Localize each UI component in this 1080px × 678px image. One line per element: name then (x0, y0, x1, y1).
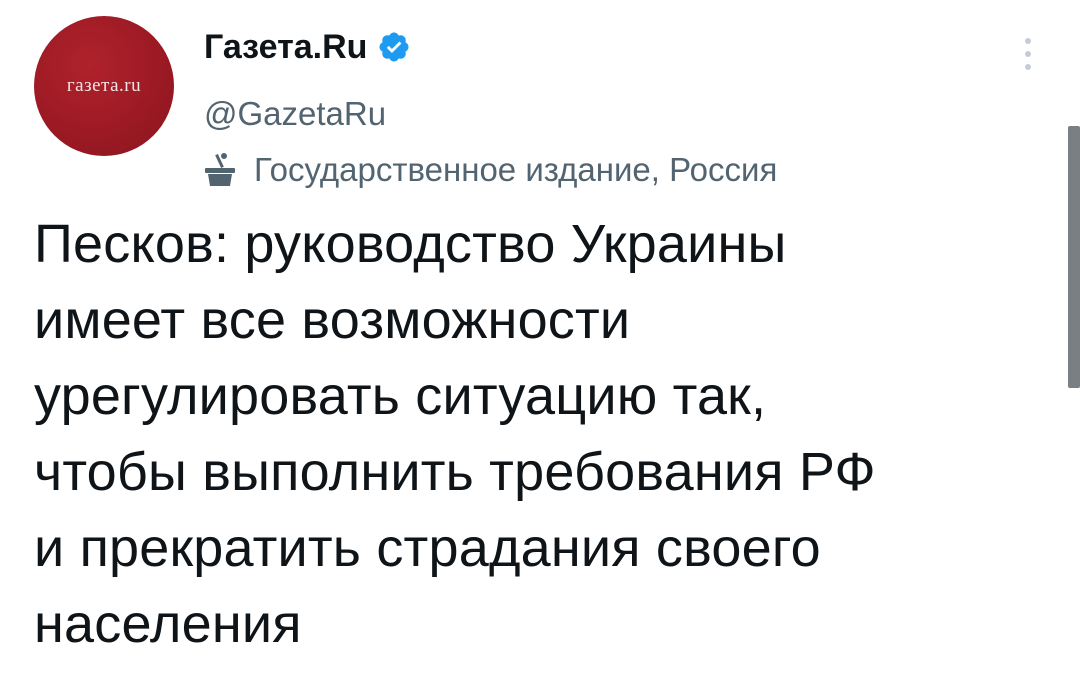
more-dot (1025, 51, 1031, 57)
tweet-text-line: и прекратить страдания своего (34, 518, 821, 578)
tweet: газета.ru Газета.Ru @GazetaRu Государств… (0, 0, 1080, 678)
government-podium-icon (200, 150, 240, 190)
more-dot (1025, 38, 1031, 44)
tweet-text-line: Песков: руководство Украины (34, 214, 787, 274)
more-vertical-icon[interactable] (1008, 28, 1048, 80)
author-name-row[interactable]: Газета.Ru (204, 24, 411, 70)
verified-badge-icon (377, 30, 411, 64)
tweet-text-line: урегулировать ситуацию так, (34, 366, 767, 426)
tweet-text: Песков: руководство Украины имеет все во… (34, 206, 1024, 662)
user-handle[interactable]: @GazetaRu (204, 92, 386, 136)
tweet-text-line: чтобы выполнить требования РФ (34, 442, 876, 502)
label-text: Государственное издание, Россия (254, 151, 778, 188)
scrollbar[interactable] (1068, 126, 1080, 388)
government-label[interactable]: Государственное издание, Россия (200, 148, 777, 192)
tweet-text-line: имеет все возможности (34, 290, 631, 350)
avatar[interactable]: газета.ru (34, 16, 174, 156)
display-name[interactable]: Газета.Ru (204, 24, 367, 70)
avatar-logo-text: газета.ru (66, 75, 142, 96)
more-dot (1025, 64, 1031, 70)
tweet-text-line: населения (34, 594, 302, 654)
